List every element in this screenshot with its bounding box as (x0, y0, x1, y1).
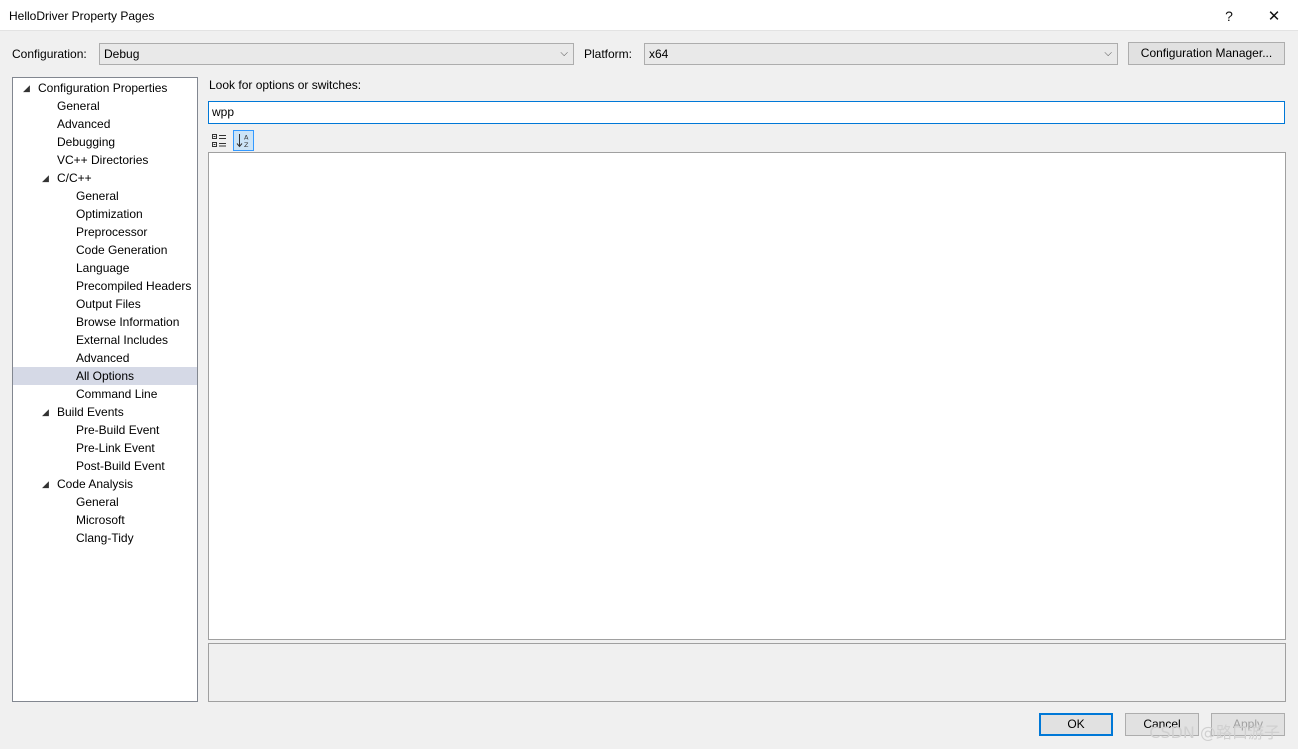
tree-item-label: Advanced (57, 117, 111, 131)
tree-item-label: Pre-Link Event (76, 441, 155, 455)
property-grid[interactable] (208, 152, 1286, 640)
search-label: Look for options or switches: (209, 78, 362, 92)
tree-item-label: External Includes (76, 333, 169, 347)
tree-item[interactable]: ◢ C/C++ (13, 169, 197, 187)
tree-item[interactable]: General (13, 493, 197, 511)
svg-text:Z: Z (244, 141, 249, 148)
tree-item-label: General (76, 495, 119, 509)
tree-item-label: Build Events (57, 405, 124, 419)
tree-item-label: Microsoft (76, 513, 125, 527)
help-button[interactable]: ? (1206, 0, 1252, 31)
tree-item[interactable]: Output Files (13, 295, 197, 313)
tree-item-label: All Options (76, 369, 135, 383)
configuration-dropdown[interactable]: Debug ⌵ (99, 43, 574, 65)
categorized-view-button[interactable] (209, 130, 230, 151)
configuration-value: Debug (104, 47, 140, 61)
tree-item[interactable]: Pre-Link Event (13, 439, 197, 457)
window-title: HelloDriver Property Pages (9, 9, 155, 23)
tree-item-label: Preprocessor (76, 225, 148, 239)
tree-item-label: Optimization (76, 207, 143, 221)
tree-item[interactable]: VC++ Directories (13, 151, 197, 169)
description-panel (208, 643, 1286, 702)
close-button[interactable]: ✕ (1251, 0, 1297, 31)
tree-item-label: General (76, 189, 119, 203)
platform-dropdown[interactable]: x64 ⌵ (644, 43, 1118, 65)
alphabetical-sort-button[interactable]: A Z (233, 130, 254, 151)
watermark: CSDN @路口游子 (1149, 723, 1280, 742)
tree-item[interactable]: Optimization (13, 205, 197, 223)
tree-item[interactable]: Code Generation (13, 241, 197, 259)
tree-item[interactable]: Clang-Tidy (13, 529, 197, 547)
tree-item[interactable]: External Includes (13, 331, 197, 349)
tree-item[interactable]: Advanced (13, 115, 197, 133)
tree-item[interactable]: Precompiled Headers (13, 277, 197, 295)
tree-item[interactable]: Pre-Build Event (13, 421, 197, 439)
tree-item[interactable]: Command Line (13, 385, 197, 403)
ok-button[interactable]: OK (1039, 713, 1113, 736)
tree-item-label: Output Files (76, 297, 141, 311)
tree-item-label: Language (76, 261, 130, 275)
tree-item-label: Debugging (57, 135, 116, 149)
tree-item[interactable]: General (13, 187, 197, 205)
tree-item-label: Command Line (76, 387, 158, 401)
tree-item-label: Clang-Tidy (76, 531, 134, 545)
tree-item-label: Precompiled Headers (76, 279, 192, 293)
tree-item[interactable]: Microsoft (13, 511, 197, 529)
tree-item-label: General (57, 99, 100, 113)
tree-item[interactable]: ◢ Configuration Properties (13, 79, 197, 97)
tree-item-label: Advanced (76, 351, 130, 365)
expander-triangle-icon[interactable]: ◢ (42, 475, 49, 493)
expander-triangle-icon[interactable]: ◢ (23, 79, 30, 97)
chevron-down-icon: ⌵ (1104, 48, 1112, 59)
tree-item-label: Pre-Build Event (76, 423, 160, 437)
categorized-view-icon (212, 134, 226, 147)
configuration-manager-button[interactable]: Configuration Manager... (1128, 42, 1285, 65)
tree-item-label: Code Generation (76, 243, 168, 257)
platform-value: x64 (649, 47, 669, 61)
tree-item[interactable]: Post-Build Event (13, 457, 197, 475)
title-bar: HelloDriver Property Pages ? ✕ (0, 0, 1298, 31)
configuration-label: Configuration: (12, 47, 87, 61)
sort-alphabetical-icon: A Z (236, 134, 249, 148)
tree-item-label: C/C++ (57, 171, 92, 185)
property-tree[interactable]: ◢ Configuration Properties General Advanced… (12, 77, 198, 702)
platform-label: Platform: (584, 47, 633, 61)
tree-item-label: VC++ Directories (57, 153, 149, 167)
tree-item-label: Code Analysis (57, 477, 134, 491)
tree-item[interactable]: Browse Information (13, 313, 197, 331)
tree-item[interactable]: ◢ Code Analysis (13, 475, 197, 493)
tree-item[interactable]: Preprocessor (13, 223, 197, 241)
tree-item-label: Configuration Properties (38, 81, 168, 95)
search-input[interactable]: wpp (208, 101, 1285, 124)
tree-item[interactable]: Advanced (13, 349, 197, 367)
expander-triangle-icon[interactable]: ◢ (42, 169, 49, 187)
tree-item[interactable]: All Options (13, 367, 197, 385)
tree-item-label: Browse Information (76, 315, 180, 329)
tree-item[interactable]: General (13, 97, 197, 115)
tree-item[interactable]: ◢ Build Events (13, 403, 197, 421)
chevron-down-icon: ⌵ (560, 48, 568, 59)
tree-item[interactable]: Debugging (13, 133, 197, 151)
expander-triangle-icon[interactable]: ◢ (42, 403, 49, 421)
tree-item[interactable]: Language (13, 259, 197, 277)
tree-item-label: Post-Build Event (76, 459, 165, 473)
